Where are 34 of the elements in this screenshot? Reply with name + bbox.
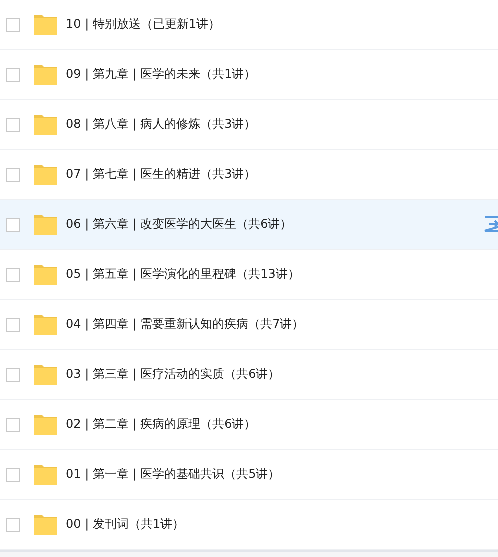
folder-icon	[34, 114, 57, 135]
folder-name[interactable]: 01 | 第一章 | 医学的基础共识（共5讲）	[66, 466, 280, 483]
folder-icon	[34, 514, 57, 535]
folder-name[interactable]: 09 | 第九章 | 医学的未来（共1讲）	[66, 66, 256, 83]
folder-icon	[34, 214, 57, 235]
folder-name[interactable]: 05 | 第五章 | 医学演化的里程碑（共13讲）	[66, 266, 300, 283]
checkbox[interactable]	[6, 18, 20, 32]
folder-name[interactable]: 04 | 第四章 | 需要重新认知的疾病（共7讲）	[66, 316, 304, 333]
checkbox[interactable]	[6, 118, 20, 132]
folder-icon	[34, 414, 57, 435]
checkbox[interactable]	[6, 218, 20, 232]
checkbox[interactable]	[6, 418, 20, 432]
checkbox[interactable]	[6, 168, 20, 182]
folder-icon	[34, 314, 57, 335]
checkbox[interactable]	[6, 368, 20, 382]
checkbox[interactable]	[6, 518, 20, 532]
folder-icon	[34, 464, 57, 485]
folder-name[interactable]: 08 | 第八章 | 病人的修炼（共3讲）	[66, 116, 256, 133]
folder-name[interactable]: 06 | 第六章 | 改变医学的大医生（共6讲）	[66, 216, 292, 233]
checkbox[interactable]	[6, 468, 20, 482]
folder-name[interactable]: 10 | 特别放送（已更新1讲）	[66, 16, 221, 33]
folder-icon	[34, 64, 57, 85]
checkbox[interactable]	[6, 318, 20, 332]
checkbox[interactable]	[6, 68, 20, 82]
folder-name[interactable]: 00 | 发刊词（共1讲）	[66, 516, 185, 533]
folder-icon	[34, 14, 57, 35]
folder-name[interactable]: 03 | 第三章 | 医疗活动的实质（共6讲）	[66, 366, 280, 383]
folder-icon	[34, 164, 57, 185]
folder-icon	[34, 264, 57, 285]
folder-name[interactable]: 07 | 第七章 | 医生的精进（共3讲）	[66, 166, 256, 183]
folder-icon	[34, 364, 57, 385]
checkbox[interactable]	[6, 268, 20, 282]
export-icon[interactable]	[484, 216, 498, 232]
folder-name[interactable]: 02 | 第二章 | 疾病的原理（共6讲）	[66, 416, 256, 433]
